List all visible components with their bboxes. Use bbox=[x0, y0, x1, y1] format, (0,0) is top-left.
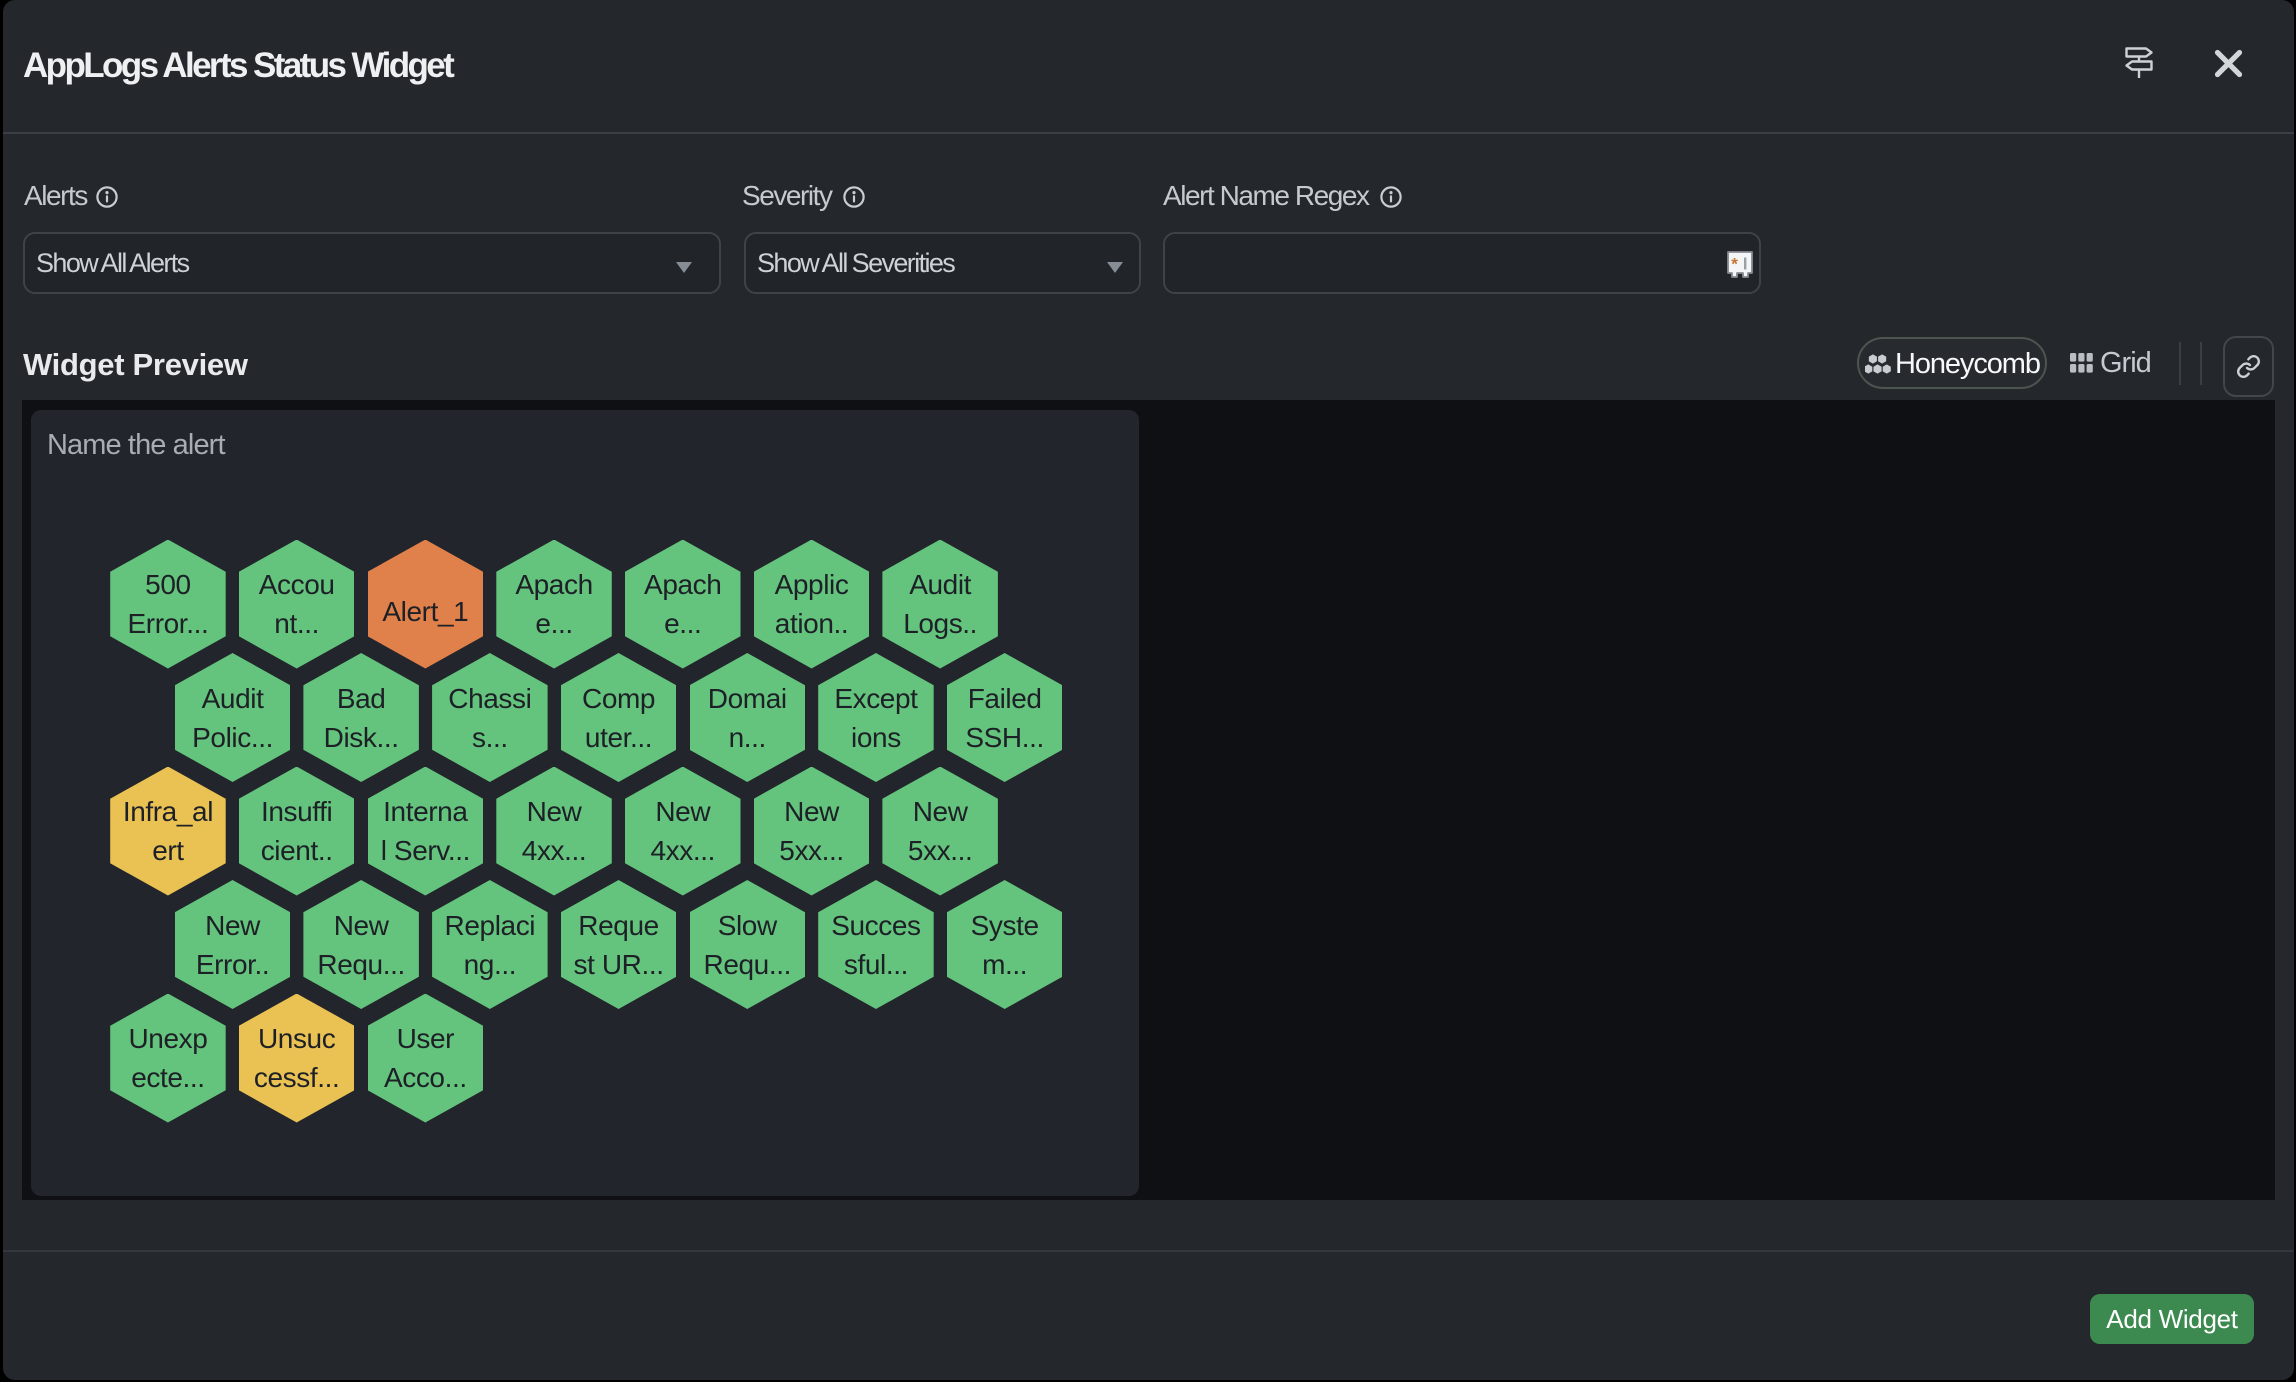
svg-text:*: * bbox=[1731, 255, 1738, 274]
